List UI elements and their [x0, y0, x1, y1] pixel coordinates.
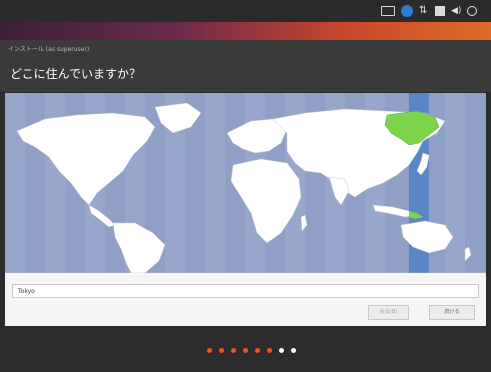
title-gradient-bar — [0, 22, 491, 40]
sound-icon[interactable]: ◀) — [451, 6, 461, 16]
window-title: インストール (as superuser) — [8, 46, 90, 53]
world-map-svg — [5, 93, 486, 276]
progress-dot — [291, 348, 296, 353]
progress-dot — [279, 348, 284, 353]
page-title: どこに住んでいますか？ — [10, 67, 142, 81]
installer-header: インストール (as superuser) どこに住んでいますか？ — [0, 40, 491, 92]
progress-dots — [207, 348, 296, 353]
timezone-map[interactable] — [5, 93, 486, 276]
greenland-shape — [154, 102, 202, 134]
new-zealand-shape — [464, 246, 472, 262]
top-panel: ⇅ ◀) — [0, 0, 491, 22]
progress-dot — [231, 348, 236, 353]
progress-dot — [207, 348, 212, 353]
bottom-bar — [0, 326, 491, 372]
timezone-panel: Tokyo 戻る(B) 続ける — [5, 276, 486, 326]
timezone-input[interactable]: Tokyo — [12, 284, 479, 298]
back-button[interactable]: 戻る(B) — [368, 305, 409, 320]
progress-dot — [267, 348, 272, 353]
keyboard-icon[interactable] — [381, 6, 395, 16]
progress-dot — [243, 348, 248, 353]
battery-icon[interactable] — [435, 6, 445, 16]
australia-shape — [400, 220, 454, 254]
progress-dot — [255, 348, 260, 353]
panel-indicators: ⇅ ◀) — [381, 5, 477, 17]
madagascar-shape — [300, 214, 308, 232]
network-icon[interactable]: ⇅ — [419, 6, 429, 16]
south-america-shape — [112, 222, 166, 276]
continue-button[interactable]: 続ける — [429, 305, 475, 320]
power-icon[interactable] — [467, 6, 477, 16]
accessibility-icon[interactable] — [401, 5, 413, 17]
progress-dot — [219, 348, 224, 353]
